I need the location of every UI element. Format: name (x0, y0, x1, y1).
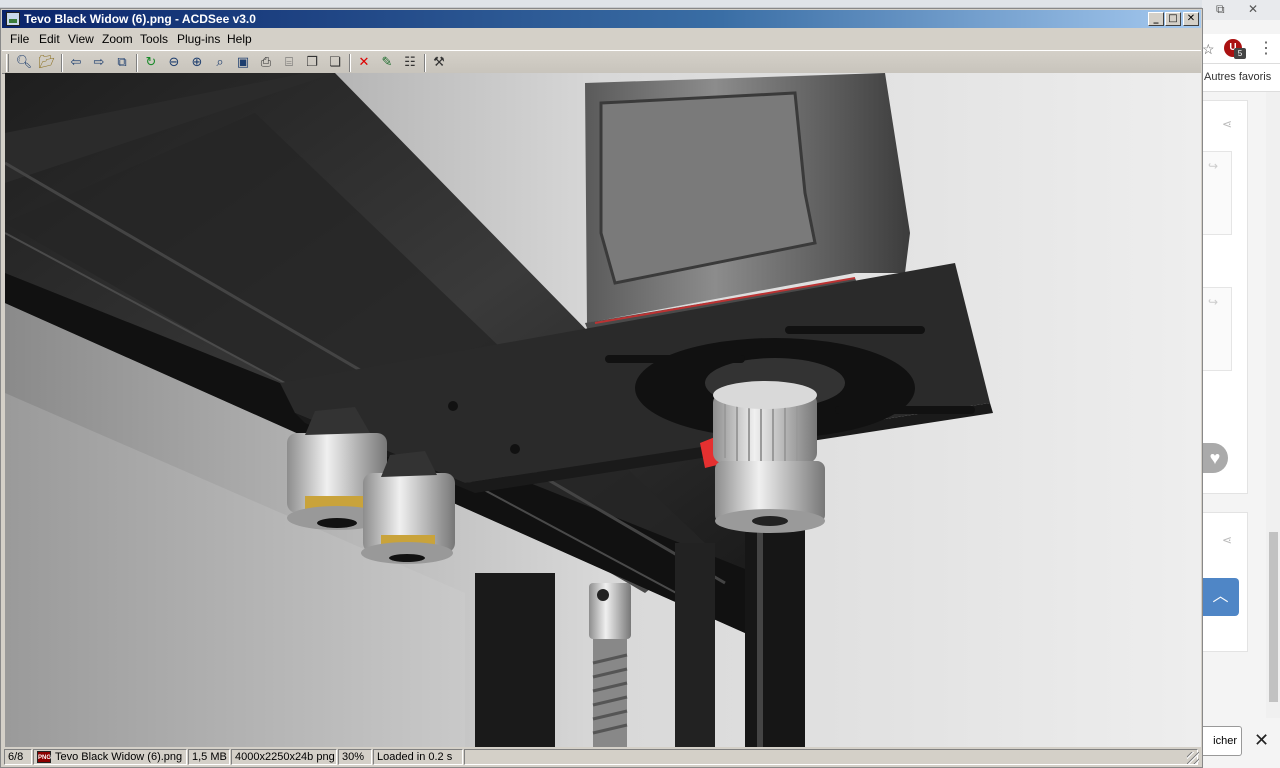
toolbar-grip[interactable] (6, 54, 9, 72)
extension-count: 5 (1234, 48, 1246, 59)
rotate-icon[interactable]: ↻ (142, 54, 160, 72)
close-button[interactable]: ✕ (1183, 12, 1199, 26)
background-browser: ⧉ ✕ ☆ U 5 ⋮ Autres favoris ⋖ ↪ ↪ ♥ ⋖ ︿ i… (1202, 0, 1280, 768)
content-card: ⋖ ↪ ↪ (1202, 100, 1248, 494)
image-viewport[interactable] (5, 73, 1201, 747)
resize-grip[interactable] (1187, 752, 1199, 764)
browse-icon[interactable]: 🔍︎ (15, 54, 33, 72)
menu-plugins[interactable]: Plug-ins (177, 32, 220, 46)
menu-file[interactable]: File (10, 32, 29, 46)
bookmark-star-icon[interactable]: ☆ (1202, 41, 1215, 58)
menu-bar: File Edit View Zoom Tools Plug-ins Help (2, 29, 1201, 49)
bookmarks-bar: Autres favoris (1202, 64, 1280, 92)
background-window-strip (0, 0, 1280, 8)
close-banner-icon[interactable]: ✕ (1254, 730, 1269, 751)
rename-icon[interactable]: ✎ (378, 54, 396, 72)
close-icon[interactable]: ✕ (1248, 2, 1258, 16)
status-empty-pane (464, 749, 1198, 765)
displayed-image (5, 73, 1201, 747)
open-icon[interactable]: 📂︎ (38, 54, 56, 72)
menu-view[interactable]: View (68, 32, 94, 46)
scrollbar-thumb[interactable] (1269, 532, 1278, 702)
status-load-time: Loaded in 0.2 s (373, 749, 463, 765)
next-icon[interactable]: ⇨ (90, 54, 108, 72)
maximize-button[interactable]: □ (1165, 12, 1181, 26)
toolbar-separator (136, 54, 138, 72)
acdsee-window: Tevo Black Widow (6).png - ACDSee v3.0 _… (0, 8, 1203, 768)
restore-icon[interactable]: ⧉ (1216, 2, 1225, 17)
properties-icon[interactable]: ☷ (401, 54, 419, 72)
forward-icon[interactable]: ↪ (1208, 295, 1218, 309)
menu-kebab-icon[interactable]: ⋮ (1258, 38, 1274, 58)
forward-icon[interactable]: ↪ (1208, 159, 1218, 173)
previous-icon[interactable]: ⇦ (67, 54, 85, 72)
menu-tools[interactable]: Tools (140, 32, 168, 46)
status-bar: 6/8 PNG Tevo Black Widow (6).png 1,5 MB 4… (2, 748, 1201, 766)
page-scrollbar[interactable] (1266, 92, 1280, 718)
zoom-fit-icon[interactable]: ⌕ (211, 54, 229, 72)
share-icon[interactable]: ⋖ (1222, 533, 1232, 547)
print-icon[interactable]: ⎙ (257, 54, 275, 72)
tools-icon[interactable]: ⚒ (430, 54, 448, 72)
title-bar[interactable]: Tevo Black Widow (6).png - ACDSee v3.0 _… (2, 10, 1201, 28)
minimize-button[interactable]: _ (1148, 12, 1164, 26)
browser-toolbar: ☆ U 5 ⋮ (1202, 34, 1280, 64)
copy-icon[interactable]: ❐ (303, 54, 321, 72)
status-dimensions: 4000x2250x24b png (231, 749, 337, 765)
acquire-icon[interactable]: ⌸ (280, 54, 298, 72)
zoom-out-icon[interactable]: ⊖ (165, 54, 183, 72)
status-filesize: 1,5 MB (188, 749, 230, 765)
app-icon[interactable] (6, 12, 20, 26)
menu-edit[interactable]: Edit (39, 32, 60, 46)
desktop: ⧉ ✕ ☆ U 5 ⋮ Autres favoris ⋖ ↪ ↪ ♥ ⋖ ︿ i… (0, 0, 1280, 768)
share-icon[interactable]: ⋖ (1222, 117, 1232, 131)
delete-icon[interactable]: ✕ (355, 54, 373, 72)
png-file-icon: PNG (37, 751, 51, 764)
toolbar-separator (424, 54, 426, 72)
menu-help[interactable]: Help (227, 32, 252, 46)
toolbar: 🔍︎ 📂︎ ⇦ ⇨ ⧉ ↻ ⊖ ⊕ ⌕ ▣ ⎙ ⌸ ❐ ❏ ✕ ✎ ☷ ⚒ (2, 50, 1201, 74)
toolbar-separator (61, 54, 63, 72)
slideshow-icon[interactable]: ⧉ (113, 54, 131, 72)
cookie-dismiss-button[interactable]: icher (1202, 726, 1242, 756)
toolbar-separator (349, 54, 351, 72)
status-index: 6/8 (4, 749, 32, 765)
window-title: Tevo Black Widow (6).png - ACDSee v3.0 (24, 12, 256, 26)
full-screen-icon[interactable]: ▣ (234, 54, 252, 72)
other-bookmarks-link[interactable]: Autres favoris (1204, 71, 1271, 83)
paste-icon[interactable]: ❏ (326, 54, 344, 72)
menu-zoom[interactable]: Zoom (102, 32, 133, 46)
zoom-in-icon[interactable]: ⊕ (188, 54, 206, 72)
status-filename: PNG Tevo Black Widow (6).png (33, 749, 187, 765)
scroll-to-top-button[interactable]: ︿ (1202, 578, 1239, 616)
status-zoom: 30% (338, 749, 372, 765)
browser-titlebar: ⧉ ✕ (1202, 0, 1280, 20)
